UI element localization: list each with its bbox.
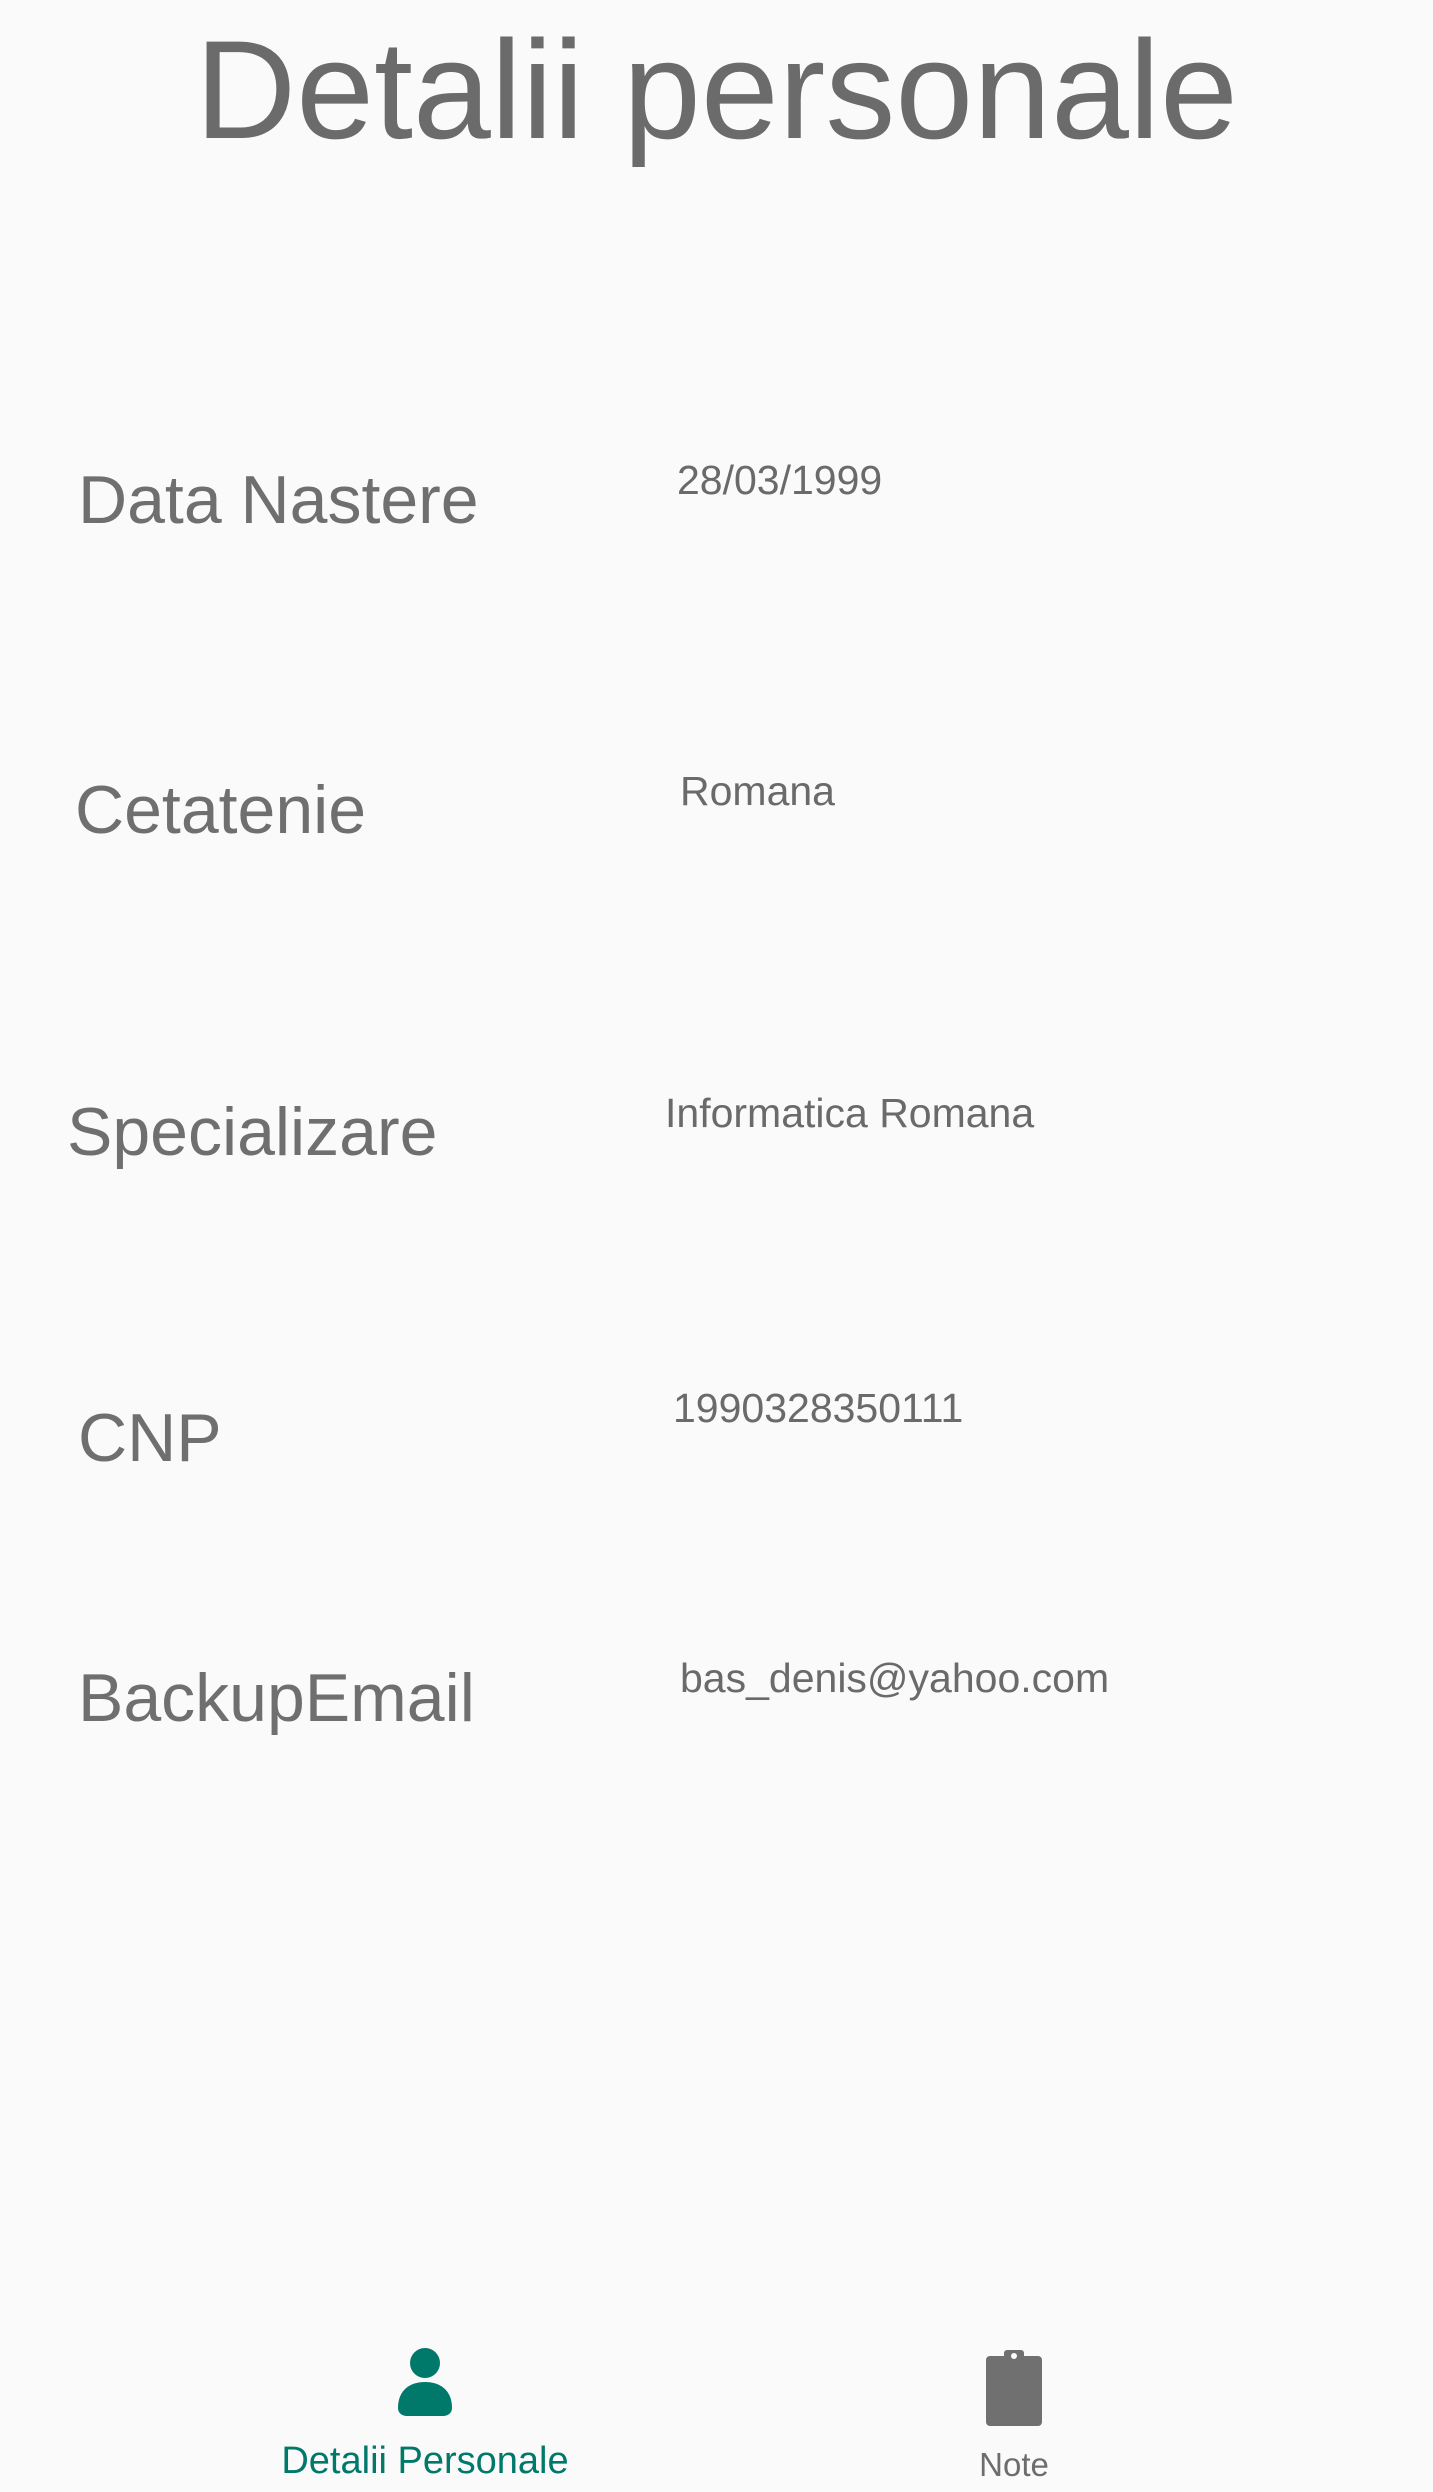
nav-label-note: Note bbox=[979, 2446, 1049, 2483]
field-value-cnp: 1990328350111 bbox=[673, 1385, 964, 1431]
field-label-cnp: CNP bbox=[78, 1400, 222, 1476]
clipboard-icon bbox=[986, 2350, 1042, 2426]
nav-label-detalii-personale: Detalii Personale bbox=[281, 2440, 569, 2482]
bottom-navigation: Detalii Personale Note bbox=[0, 2310, 1433, 2492]
field-value-data-nastere: 28/03/1999 bbox=[677, 457, 883, 503]
nav-item-note[interactable]: Note bbox=[764, 2310, 1264, 2492]
field-label-specializare: Specializare bbox=[67, 1094, 438, 1170]
field-value-specializare: Informatica Romana bbox=[665, 1090, 1035, 1136]
page-title: Detalii personale bbox=[195, 11, 1238, 168]
field-label-data-nastere: Data Nastere bbox=[78, 462, 479, 538]
nav-item-detalii-personale[interactable]: Detalii Personale bbox=[175, 2310, 675, 2492]
field-label-backup-email: BackupEmail bbox=[78, 1660, 475, 1736]
person-icon bbox=[398, 2348, 452, 2416]
field-label-cetatenie: Cetatenie bbox=[75, 772, 367, 848]
field-value-backup-email: bas_denis@yahoo.com bbox=[680, 1655, 1110, 1701]
field-value-cetatenie: Romana bbox=[680, 768, 835, 814]
